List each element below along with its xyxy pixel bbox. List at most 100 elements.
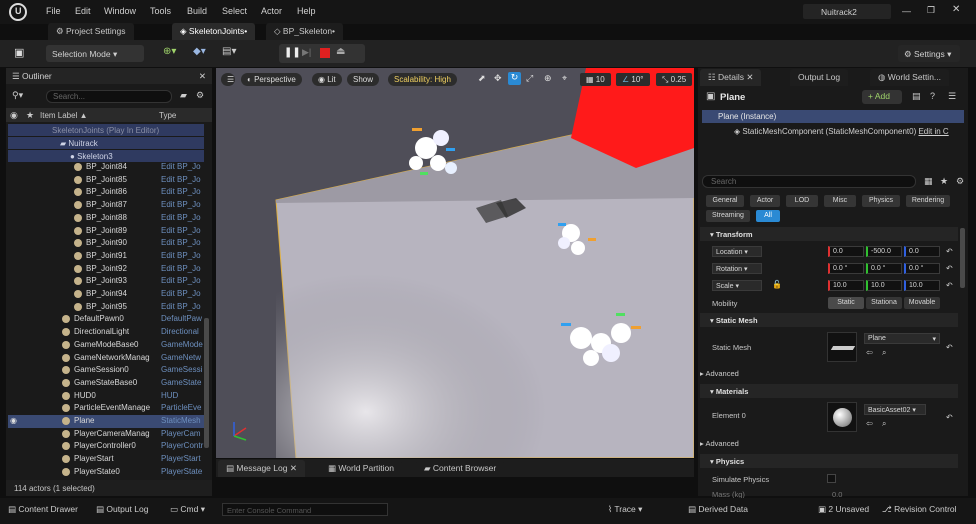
materials-section[interactable]: ▾ Materials xyxy=(700,384,958,398)
scale-dropdown[interactable]: Scale ▾ xyxy=(712,280,762,291)
use-selected-icon[interactable]: ⇦ xyxy=(866,419,873,428)
transform-section[interactable]: ▾ Transform xyxy=(700,227,958,241)
outliner-row[interactable]: BP_Joint88 Edit BP_Jo xyxy=(8,212,204,225)
outliner-row[interactable]: BP_Joint86 Edit BP_Jo xyxy=(8,186,204,199)
outliner-row[interactable]: BP_Joint92 Edit BP_Jo xyxy=(8,263,204,276)
settings-button[interactable]: ⚙ Settings ▾ xyxy=(898,45,960,62)
gear-icon[interactable]: ⚙ xyxy=(956,176,964,187)
outliner-row[interactable]: BP_Joint90 Edit BP_Jo xyxy=(8,237,204,250)
outliner-row-type[interactable]: Edit BP_Jo xyxy=(161,200,206,209)
show-button[interactable]: Show xyxy=(347,73,380,86)
cmd-dropdown[interactable]: ▭ Cmd ▾ xyxy=(170,504,205,515)
instance-row[interactable]: Plane (Instance) xyxy=(702,110,964,123)
edit-in-cpp-link[interactable]: Edit in C xyxy=(918,127,948,136)
outliner-folder-row[interactable]: ▰ Nuitrack xyxy=(8,137,204,149)
menu-build[interactable]: Build xyxy=(187,6,207,16)
outliner-row-type[interactable]: Edit BP_Jo xyxy=(161,238,206,247)
angle-snap-button[interactable]: ∠ 10° xyxy=(616,73,650,86)
outliner-row-type[interactable]: Edit BP_Jo xyxy=(161,213,206,222)
tab-content-browser[interactable]: ▰ Content Browser xyxy=(416,460,505,477)
filter-chip-lod[interactable]: LOD xyxy=(786,195,818,207)
revision-control-button[interactable]: ⎇ Revision Control xyxy=(882,504,957,515)
trace-button[interactable]: ⌇ Trace ▾ xyxy=(608,504,642,515)
select-mode-icon[interactable]: ⬈ xyxy=(478,73,486,84)
reset-icon[interactable]: ↶ xyxy=(946,413,953,422)
outliner-row[interactable]: BP_Joint89 Edit BP_Jo xyxy=(8,225,204,238)
static-mesh-thumbnail[interactable] xyxy=(827,332,857,362)
tab-skeleton-joints[interactable]: ◈ SkeletonJoints• xyxy=(172,23,256,40)
filter-chip-misc[interactable]: Misc xyxy=(824,195,856,207)
folder-icon[interactable]: ▰ xyxy=(180,90,187,101)
outliner-row[interactable]: BP_Joint94 Edit BP_Jo xyxy=(8,288,204,301)
outliner-row-type[interactable]: Edit BP_Jo xyxy=(161,226,206,235)
minimize-icon[interactable]: — xyxy=(902,6,911,16)
tab-bp-skeleton[interactable]: ◇ BP_Skeleton• xyxy=(266,23,344,40)
advanced-toggle[interactable]: ▸ Advanced xyxy=(700,369,739,378)
location-y-field[interactable]: -500.0 xyxy=(866,246,902,257)
mobility-static[interactable]: Static xyxy=(828,297,864,309)
world-icon[interactable]: ⊕ xyxy=(544,73,552,84)
reset-icon[interactable]: ↶ xyxy=(946,281,953,290)
use-selected-icon[interactable]: ⇦ xyxy=(866,348,873,357)
surface-snap-icon[interactable]: ⌖ xyxy=(562,73,567,84)
details-scrollbar[interactable] xyxy=(960,228,965,288)
details-search-input[interactable]: Search xyxy=(702,175,916,188)
tab-output-log[interactable]: Output Log xyxy=(790,69,849,86)
star-icon[interactable]: ★ xyxy=(26,110,34,121)
outliner-row[interactable]: HUD0 HUD xyxy=(8,390,204,403)
material-dropdown[interactable]: BasicAsset02 ▾ xyxy=(864,404,926,415)
outliner-row[interactable]: BP_Joint93 Edit BP_Jo xyxy=(8,275,204,288)
blueprint-icon[interactable]: ◆▾ xyxy=(193,46,206,57)
outliner-row[interactable]: PlayerState0 PlayerState xyxy=(8,466,204,479)
unsaved-button[interactable]: ▣ 2 Unsaved xyxy=(818,504,869,515)
outliner-row[interactable]: DefaultPawn0 DefaultPaw xyxy=(8,313,204,326)
add-actor-icon[interactable]: ⊕▾ xyxy=(163,46,176,57)
selection-mode-dropdown[interactable]: Selection Mode ▾ xyxy=(46,45,144,62)
close-icon[interactable]: ✕ xyxy=(290,463,297,473)
step-icon[interactable]: ▶| xyxy=(302,47,311,58)
mobility-movable[interactable]: Movable xyxy=(904,297,940,309)
physics-section[interactable]: ▾ Physics xyxy=(700,454,958,468)
rotation-z-field[interactable]: 0.0 ° xyxy=(904,263,940,274)
filter-chip-physics[interactable]: Physics xyxy=(862,195,900,207)
outliner-root-row[interactable]: SkeletonJoints (Play In Editor) xyxy=(8,124,204,136)
grid-snap-button[interactable]: ▦ 10 xyxy=(580,73,611,86)
outliner-row[interactable]: PlayerController0 PlayerContr xyxy=(8,440,204,453)
level-viewport[interactable]: ☰ ◐ Perspective ◉ Lit Show Scalability: … xyxy=(216,68,694,458)
outliner-row-type[interactable]: Edit BP_Jo xyxy=(161,162,206,171)
close-icon[interactable]: ✕ xyxy=(199,71,206,82)
filter-chip-all[interactable]: All xyxy=(756,210,780,222)
list-view-icon[interactable]: ☰ xyxy=(948,91,956,102)
tab-world-partition[interactable]: ▦ World Partition xyxy=(320,460,402,477)
pause-icon[interactable]: ❚❚ xyxy=(284,47,301,58)
outliner-row[interactable]: DirectionalLight Directional xyxy=(8,326,204,339)
lit-button[interactable]: ◉ Lit xyxy=(312,73,342,86)
scale-x-field[interactable]: 10.0 xyxy=(828,280,864,291)
rotation-x-field[interactable]: 0.0 ° xyxy=(828,263,864,274)
add-component-button[interactable]: + Add xyxy=(862,90,902,104)
outliner-row[interactable]: PlayerStart PlayerStart xyxy=(8,453,204,466)
menu-actor[interactable]: Actor xyxy=(261,6,282,16)
eye-icon[interactable]: ◉ xyxy=(10,416,17,425)
outliner-row-type[interactable]: Edit BP_Jo xyxy=(161,264,206,273)
tab-world-settings[interactable]: ◍ World Settin... xyxy=(870,69,950,86)
content-drawer-button[interactable]: ▤ Content Drawer xyxy=(8,504,78,515)
eye-icon[interactable]: ◉ xyxy=(10,110,18,121)
outliner-row-type[interactable]: Edit BP_Jo xyxy=(161,302,206,311)
outliner-row[interactable]: GameModeBase0 GameMode xyxy=(8,339,204,352)
simulate-physics-checkbox[interactable] xyxy=(827,474,836,483)
scale-snap-button[interactable]: ⤡ 0.25 xyxy=(656,73,693,86)
outliner-row[interactable]: BP_Joint84 Edit BP_Jo xyxy=(8,161,204,174)
outliner-row[interactable]: PlayerCameraManag PlayerCam xyxy=(8,428,204,441)
static-mesh-dropdown[interactable]: Plane ▾ xyxy=(864,333,940,344)
outliner-row-type[interactable]: Edit BP_Jo xyxy=(161,251,206,260)
output-log-button[interactable]: ▤ Output Log xyxy=(96,504,148,515)
scale-z-field[interactable]: 10.0 xyxy=(904,280,940,291)
outliner-row[interactable]: GameNetworkManag GameNetw xyxy=(8,352,204,365)
rotate-icon[interactable]: ↻ xyxy=(508,72,521,85)
static-mesh-section[interactable]: ▾ Static Mesh xyxy=(700,313,958,327)
console-command-input[interactable]: Enter Console Command xyxy=(222,503,388,516)
close-icon[interactable]: ✕ xyxy=(952,4,960,15)
save-icon[interactable]: ▣ xyxy=(14,46,24,59)
rotation-y-field[interactable]: 0.0 ° xyxy=(866,263,902,274)
